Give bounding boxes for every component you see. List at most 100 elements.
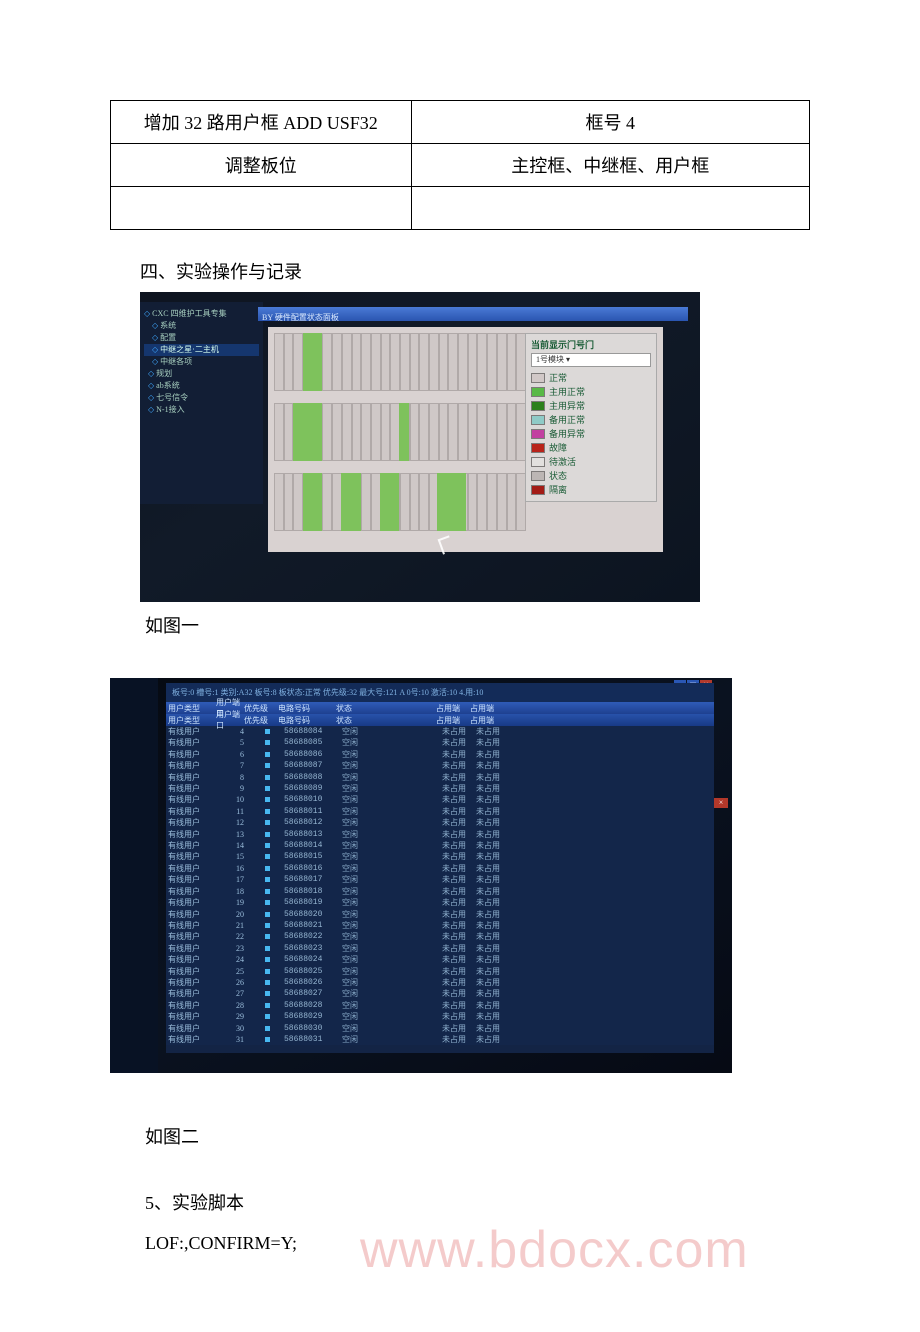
port-table-row[interactable]: 有线用户1858688018空闲未占用未占用 bbox=[166, 886, 714, 897]
rack-slot[interactable] bbox=[274, 403, 284, 461]
rack-slot[interactable] bbox=[361, 473, 371, 531]
port-table-row[interactable]: 有线用户2558688025空闲未占用未占用 bbox=[166, 966, 714, 977]
rack-slot[interactable] bbox=[468, 403, 478, 461]
window-titlebar[interactable]: BY 硬件配置状态面板 bbox=[258, 307, 688, 321]
rack-card[interactable] bbox=[399, 403, 409, 461]
rack-slot[interactable] bbox=[332, 333, 342, 391]
port-table-row[interactable]: 有线用户2958688029空闲未占用未占用 bbox=[166, 1011, 714, 1022]
port-table-row[interactable]: 有线用户3158688031空闲未占用未占用 bbox=[166, 1034, 714, 1045]
port-table-row[interactable]: 有线用户2258688022空闲未占用未占用 bbox=[166, 931, 714, 942]
rack-card[interactable] bbox=[380, 473, 390, 531]
rack-slot[interactable] bbox=[381, 403, 391, 461]
rack-slot[interactable] bbox=[274, 333, 284, 391]
rack-slot[interactable] bbox=[439, 333, 449, 391]
port-table-row[interactable]: 有线用户1958688019空闲未占用未占用 bbox=[166, 897, 714, 908]
rack-card[interactable] bbox=[303, 333, 313, 391]
rack-slot[interactable] bbox=[497, 403, 507, 461]
rack-slot[interactable] bbox=[477, 403, 487, 461]
rack-row[interactable] bbox=[274, 403, 526, 461]
port-table-row[interactable]: 有线用户1358688013空闲未占用未占用 bbox=[166, 829, 714, 840]
rack-slot[interactable] bbox=[361, 333, 371, 391]
column-header[interactable]: 用户类型 bbox=[168, 703, 216, 714]
rack-slot[interactable] bbox=[284, 333, 294, 391]
column-header[interactable]: 用户类型 bbox=[168, 715, 216, 726]
rack-slot[interactable] bbox=[322, 333, 332, 391]
rack-slot[interactable] bbox=[400, 473, 410, 531]
rack-grid[interactable] bbox=[274, 333, 526, 547]
tree-node[interactable]: ab系统 bbox=[144, 380, 259, 392]
rack-slot[interactable] bbox=[487, 333, 497, 391]
rack-slot[interactable] bbox=[361, 403, 371, 461]
rack-slot[interactable] bbox=[477, 333, 487, 391]
rack-slot[interactable] bbox=[274, 473, 284, 531]
port-table-row[interactable]: 有线用户958688089空闲未占用未占用 bbox=[166, 783, 714, 794]
column-header[interactable]: 电路号码 bbox=[278, 703, 336, 714]
port-table-row[interactable]: 有线用户2758688027空闲未占用未占用 bbox=[166, 988, 714, 999]
port-table-row[interactable]: 有线用户1258688012空闲未占用未占用 bbox=[166, 817, 714, 828]
port-table-row[interactable]: 有线用户2658688026空闲未占用未占用 bbox=[166, 977, 714, 988]
rack-slot[interactable] bbox=[342, 333, 352, 391]
column-header[interactable]: 占用端 bbox=[436, 715, 470, 726]
rack-row[interactable] bbox=[274, 473, 526, 531]
rack-slot[interactable] bbox=[293, 333, 303, 391]
tree-node[interactable]: CXC 四维护工具专集 bbox=[144, 308, 259, 320]
rack-slot[interactable] bbox=[342, 403, 352, 461]
rack-slot[interactable] bbox=[507, 403, 517, 461]
rack-card[interactable] bbox=[447, 473, 457, 531]
rack-row[interactable] bbox=[274, 333, 526, 391]
rack-slot[interactable] bbox=[410, 473, 420, 531]
rack-slot[interactable] bbox=[371, 403, 381, 461]
port-table-row[interactable]: 有线用户458688084空闲未占用未占用 bbox=[166, 726, 714, 737]
rack-slot[interactable] bbox=[448, 333, 458, 391]
port-table-row[interactable]: 有线用户1758688017空闲未占用未占用 bbox=[166, 874, 714, 885]
port-table-row[interactable]: 有线用户2158688021空闲未占用未占用 bbox=[166, 920, 714, 931]
module-select[interactable]: 1号模块 ▾ bbox=[531, 353, 651, 367]
rack-slot[interactable] bbox=[468, 333, 478, 391]
rack-slot[interactable] bbox=[284, 473, 294, 531]
port-table-row[interactable]: 有线用户2358688023空闲未占用未占用 bbox=[166, 943, 714, 954]
nav-tree[interactable]: CXC 四维护工具专集系统配置中继之星·二主机中继各项规划ab系统七号信令N-1… bbox=[140, 302, 263, 504]
rack-slot[interactable] bbox=[419, 403, 429, 461]
rack-slot[interactable] bbox=[390, 333, 400, 391]
rack-slot[interactable] bbox=[410, 403, 420, 461]
rack-slot[interactable] bbox=[429, 403, 439, 461]
port-table-row[interactable]: 有线用户658688086空闲未占用未占用 bbox=[166, 749, 714, 760]
close-icon[interactable]: × bbox=[714, 798, 728, 808]
column-header[interactable]: 优先级 bbox=[244, 715, 278, 726]
rack-card[interactable] bbox=[312, 333, 322, 391]
rack-card[interactable] bbox=[437, 473, 447, 531]
rack-slot[interactable] bbox=[371, 333, 381, 391]
rack-slot[interactable] bbox=[332, 403, 342, 461]
port-table-row[interactable]: 有线用户1558688015空闲未占用未占用 bbox=[166, 851, 714, 862]
port-table-row[interactable]: 有线用户2058688020空闲未占用未占用 bbox=[166, 909, 714, 920]
rack-slot[interactable] bbox=[293, 473, 303, 531]
rack-slot[interactable] bbox=[410, 333, 420, 391]
port-table-row[interactable]: 有线用户2858688028空闲未占用未占用 bbox=[166, 1000, 714, 1011]
rack-slot[interactable] bbox=[419, 333, 429, 391]
column-header[interactable]: 电路号码 bbox=[278, 715, 336, 726]
rack-slot[interactable] bbox=[352, 333, 362, 391]
port-table-row[interactable]: 有线用户758688087空闲未占用未占用 bbox=[166, 760, 714, 771]
rack-slot[interactable] bbox=[487, 473, 497, 531]
rack-slot[interactable] bbox=[507, 333, 517, 391]
rack-slot[interactable] bbox=[400, 333, 410, 391]
rack-card[interactable] bbox=[456, 473, 466, 531]
column-header[interactable]: 优先级 bbox=[244, 703, 278, 714]
rack-slot[interactable] bbox=[507, 473, 517, 531]
rack-card[interactable] bbox=[303, 403, 313, 461]
rack-slot[interactable] bbox=[352, 403, 362, 461]
rack-slot[interactable] bbox=[284, 403, 294, 461]
rack-card[interactable] bbox=[312, 473, 322, 531]
rack-slot[interactable] bbox=[458, 333, 468, 391]
column-header[interactable]: 占用端 bbox=[470, 715, 504, 726]
tree-node[interactable]: 中继之星·二主机 bbox=[144, 344, 259, 356]
column-header[interactable]: 占用端 bbox=[436, 703, 470, 714]
rack-card[interactable] bbox=[341, 473, 351, 531]
rack-slot[interactable] bbox=[458, 403, 468, 461]
port-table-row[interactable]: 有线用户1058688010空闲未占用未占用 bbox=[166, 794, 714, 805]
tree-node[interactable]: 中继各项 bbox=[144, 356, 259, 368]
port-table-row[interactable]: 有线用户1658688016空闲未占用未占用 bbox=[166, 863, 714, 874]
rack-card[interactable] bbox=[351, 473, 361, 531]
rack-slot[interactable] bbox=[497, 473, 507, 531]
rack-slot[interactable] bbox=[419, 473, 429, 531]
